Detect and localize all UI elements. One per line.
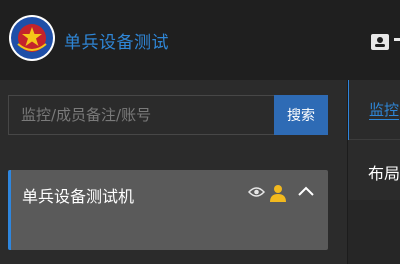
- chevron-up-icon[interactable]: [296, 184, 316, 198]
- app-title: 单兵设备测试: [64, 33, 169, 53]
- police-emblem-icon: [9, 15, 55, 61]
- tab-bar: 监控: [348, 80, 400, 140]
- person-icon[interactable]: [269, 184, 287, 202]
- top-header: 单兵设备测试: [0, 0, 400, 80]
- layout-area: [348, 200, 400, 264]
- search-button[interactable]: 搜索: [274, 95, 328, 135]
- content-panel: 监控 布局: [347, 80, 400, 264]
- device-list-panel: 搜索 单兵设备测试机: [0, 80, 347, 264]
- header-menu-glyph[interactable]: [394, 38, 400, 41]
- device-group-item[interactable]: 单兵设备测试机: [8, 170, 328, 250]
- layout-section-title: 布局: [368, 164, 400, 183]
- tab-monitor-label: 监控: [369, 101, 400, 119]
- tab-monitor[interactable]: 监控: [348, 80, 400, 140]
- search-input[interactable]: [8, 95, 274, 135]
- device-name: 单兵设备测试机: [22, 187, 135, 206]
- eye-icon[interactable]: [248, 186, 265, 198]
- app-window: 单兵设备测试 搜索 单兵设备测试机: [0, 0, 400, 264]
- user-card-icon[interactable]: [370, 32, 390, 52]
